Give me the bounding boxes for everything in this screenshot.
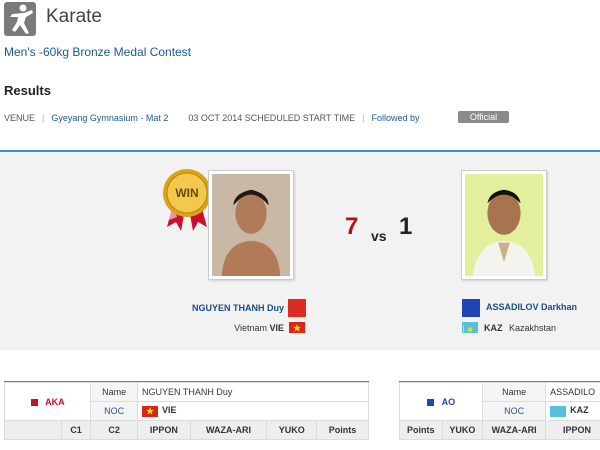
- results-heading: Results: [4, 83, 51, 98]
- athlete-photo-right: [461, 170, 547, 280]
- name-value: NGUYEN THANH Duy: [137, 382, 369, 402]
- kazakhstan-flag-icon: [550, 405, 567, 417]
- vs-label: vs: [371, 228, 387, 244]
- noc-value: KAZ: [570, 405, 589, 416]
- aka-color-box: [288, 299, 306, 317]
- aka-corner-cell: AKA: [3, 382, 92, 421]
- ao-corner-cell: AO: [398, 382, 484, 421]
- noc-value: VIE: [162, 405, 177, 416]
- noc-value-cell: VIE: [137, 401, 369, 421]
- aka-square-icon: [30, 398, 38, 406]
- noc-left: Vietnam VIE: [234, 323, 284, 333]
- win-badge-text: WIN: [175, 186, 199, 200]
- karate-sport-icon: [4, 2, 36, 36]
- name-label: Name: [482, 382, 547, 402]
- noc-code-left: VIE: [269, 323, 284, 333]
- aka-label: AKA: [45, 396, 65, 407]
- noc-right: KAZ Kazakhstan: [484, 323, 556, 333]
- noc-label: NOC: [482, 401, 547, 421]
- noc-value-cell: KAZ: [545, 401, 600, 421]
- athlete-name-right[interactable]: ASSADILOV Darkhan: [486, 302, 577, 312]
- empty-header: [4, 420, 62, 440]
- venue-label: VENUE: [4, 113, 36, 123]
- noc-label: NOC: [90, 401, 139, 421]
- info-row: VENUE | Gyeyang Gymnasium - Mat 2 03 OCT…: [4, 113, 420, 123]
- divider: |: [42, 113, 45, 123]
- sport-title: Karate: [46, 6, 102, 27]
- vietnam-flag-icon: [142, 405, 159, 417]
- ao-square-icon: [427, 398, 435, 406]
- column-header: IPPON: [137, 420, 191, 440]
- ao-color-box: [462, 299, 480, 317]
- status-badge: Official: [458, 111, 509, 123]
- athlete-name-left[interactable]: NGUYEN THANH Duy: [192, 303, 284, 313]
- followed-by-link[interactable]: Followed by: [371, 113, 419, 123]
- athlete-photo-left: [208, 170, 294, 280]
- name-value: ASSADILO: [545, 382, 600, 402]
- column-header: C2: [90, 420, 139, 440]
- ao-score-table: AO Name ASSADILO NOC KAZ Points YUKO WAZ…: [398, 382, 600, 440]
- schedule-text: 03 OCT 2014 SCHEDULED START TIME: [188, 113, 356, 123]
- aka-score-table: AKA Name NGUYEN THANH Duy NOC VIE C1 C2 …: [3, 382, 369, 440]
- noc-code-right: KAZ: [484, 323, 503, 333]
- column-header: WAZA-ARI: [482, 420, 547, 440]
- column-header: IPPON: [545, 420, 600, 440]
- country-right: Kazakhstan: [509, 323, 557, 333]
- divider: |: [362, 113, 365, 123]
- venue-link[interactable]: Gyeyang Gymnasium - Mat 2: [51, 113, 168, 123]
- name-label: Name: [90, 382, 139, 402]
- column-header: YUKO: [441, 420, 484, 440]
- event-title[interactable]: Men's -60kg Bronze Medal Contest: [4, 45, 191, 59]
- column-header: Points: [399, 420, 443, 440]
- column-header: WAZA-ARI: [189, 420, 268, 440]
- ao-label: AO: [441, 396, 456, 407]
- column-header: C1: [60, 420, 92, 440]
- score-left: 7: [345, 213, 359, 240]
- score-right: 1: [399, 213, 413, 240]
- column-header: Points: [316, 420, 369, 440]
- country-left: Vietnam: [234, 323, 267, 333]
- vietnam-flag-icon: [289, 322, 305, 333]
- column-header: YUKO: [266, 420, 318, 440]
- kazakhstan-flag-icon: [462, 322, 478, 334]
